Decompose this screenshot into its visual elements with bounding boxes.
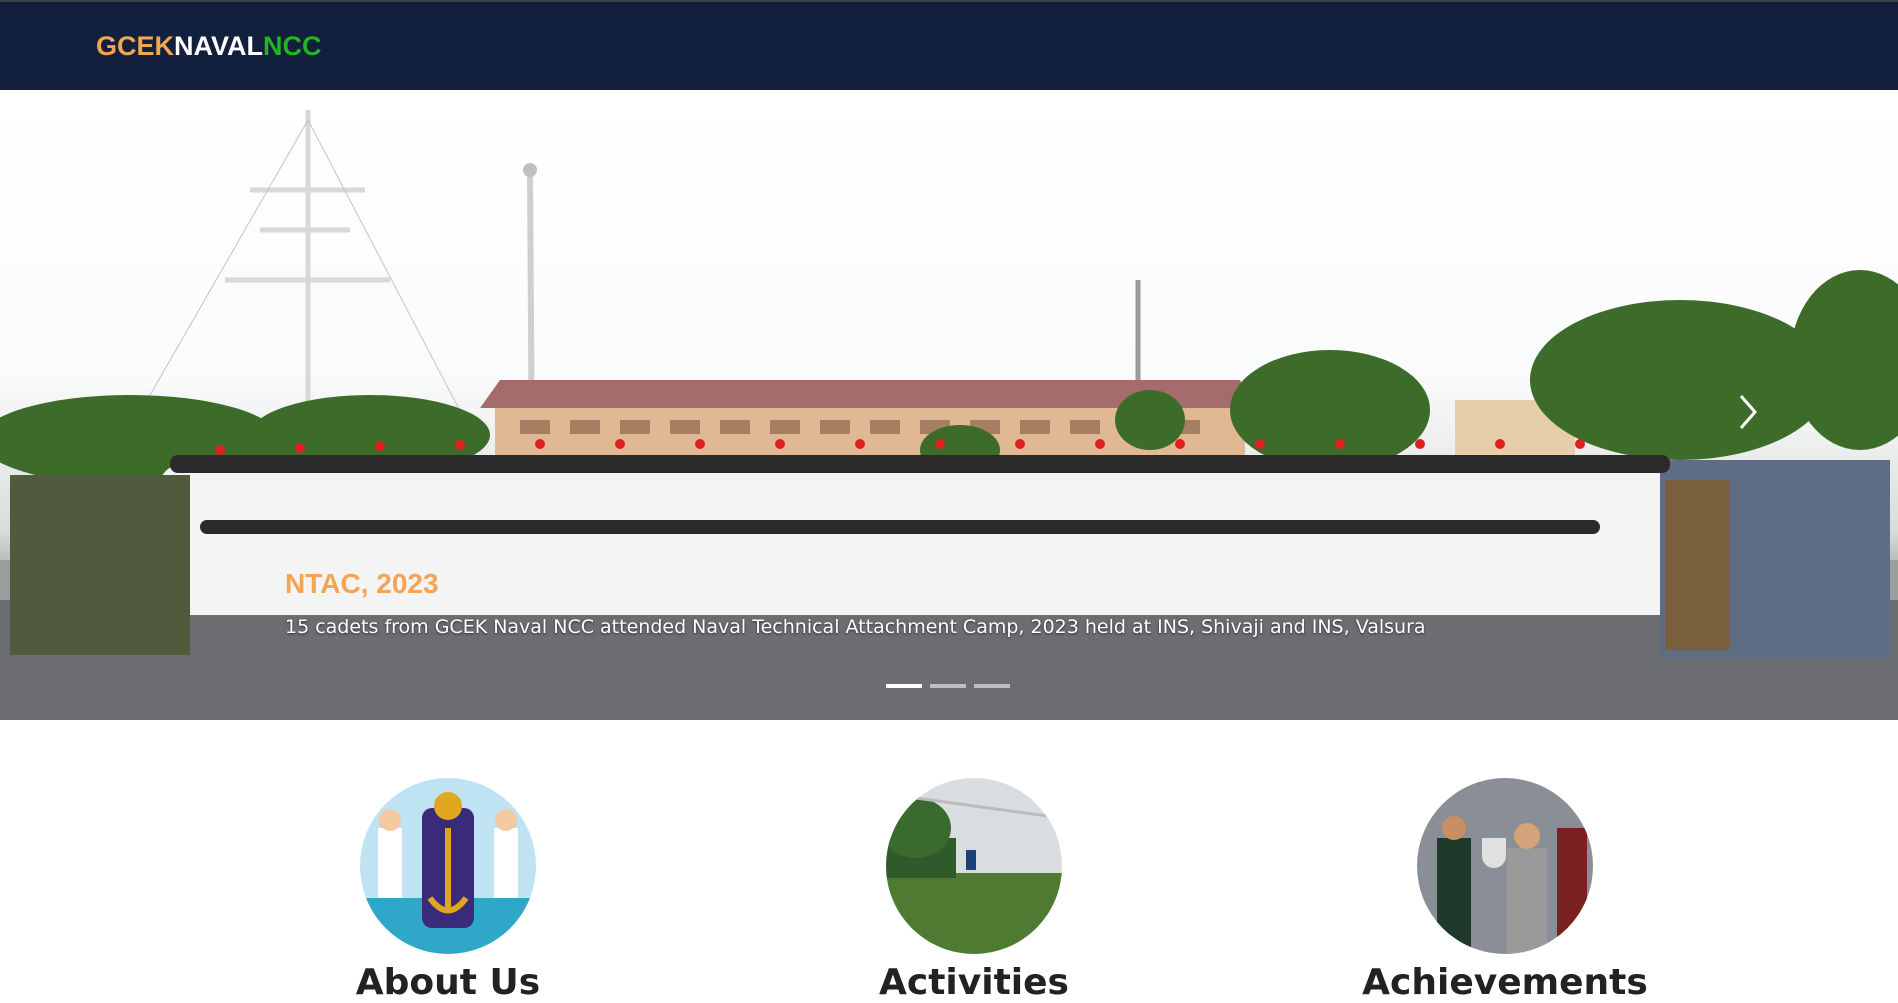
card-activities[interactable]: Activities bbox=[824, 778, 1124, 1003]
card-title: Achievements bbox=[1362, 962, 1648, 1003]
carousel-indicators bbox=[886, 684, 1010, 688]
carousel-indicator-3[interactable] bbox=[974, 684, 1010, 688]
brand-part-gcek: GCEK bbox=[96, 30, 175, 61]
card-title: Activities bbox=[879, 962, 1069, 1003]
carousel-indicator-1[interactable] bbox=[886, 684, 922, 688]
carousel-next-button[interactable] bbox=[1726, 390, 1770, 434]
chevron-right-icon bbox=[1739, 395, 1757, 429]
slide-text: 15 cadets from GCEK Naval NCC attended N… bbox=[285, 616, 1426, 638]
hero-carousel: NTAC, 2023 15 cadets from GCEK Naval NCC… bbox=[0, 90, 1898, 720]
slide-caption: NTAC, 2023 15 cadets from GCEK Naval NCC… bbox=[285, 568, 1518, 638]
card-title: About Us bbox=[355, 962, 541, 1003]
feature-cards: About Us Activities Achievements bbox=[0, 720, 1898, 1003]
navbar: GCEKNAVALNCC bbox=[0, 2, 1898, 90]
achievements-image bbox=[1417, 778, 1593, 954]
card-achievements[interactable]: Achievements bbox=[1355, 778, 1655, 1003]
navy-emblem-image bbox=[360, 778, 536, 954]
carousel-prev-button[interactable] bbox=[20, 390, 64, 434]
slide-title: NTAC, 2023 bbox=[285, 568, 439, 599]
brand-logo-link[interactable]: GCEKNAVALNCC bbox=[96, 31, 322, 62]
brand-part-naval: NAVAL bbox=[174, 30, 264, 61]
activities-image bbox=[886, 778, 1062, 954]
brand-part-ncc: NCC bbox=[263, 30, 322, 61]
card-about-us[interactable]: About Us bbox=[298, 778, 598, 1003]
carousel-indicator-2[interactable] bbox=[930, 684, 966, 688]
